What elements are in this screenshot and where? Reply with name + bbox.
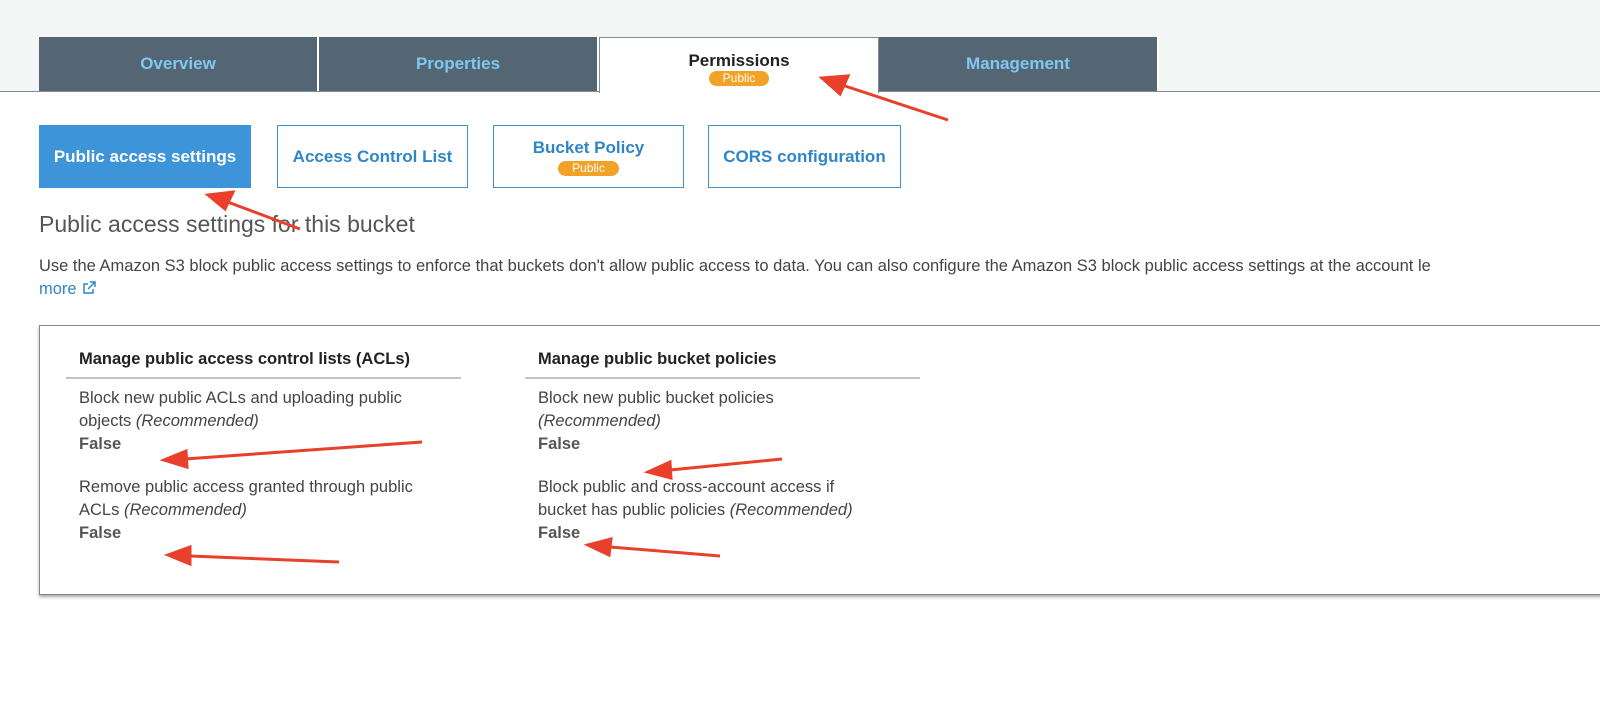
public-badge: Public <box>558 160 619 176</box>
setting-value: False <box>538 435 581 453</box>
setting-remove-public-acls: Remove public access granted through pub… <box>66 476 461 545</box>
bucket-tabs: Overview Properties Permissions Public M… <box>39 37 1159 93</box>
subtab-bucket-policy[interactable]: Bucket Policy Public <box>493 125 684 188</box>
policy-column-title: Manage public bucket policies <box>525 350 920 379</box>
setting-text: Remove public access granted through pub… <box>79 478 413 496</box>
acl-column: Manage public access control lists (ACLs… <box>66 350 461 545</box>
setting-value: False <box>538 524 581 542</box>
section-heading: Public access settings for this bucket <box>39 211 415 237</box>
subtab-label: Bucket Policy <box>532 137 645 157</box>
setting-text: Block public and cross-account access if <box>538 478 835 496</box>
subtab-public-access-settings[interactable]: Public access settings <box>39 125 251 188</box>
tab-management-label: Management <box>966 54 1070 73</box>
section-description: Use the Amazon S3 block public access se… <box>39 255 1600 301</box>
recommended-label: (Recommended) <box>538 412 661 430</box>
setting-value: False <box>79 524 122 542</box>
learn-more-link[interactable]: more <box>39 280 97 298</box>
setting-text: objects <box>79 412 132 430</box>
setting-text: ACLs <box>79 501 120 519</box>
subtab-label: Access Control List <box>292 146 453 166</box>
description-text: Use the Amazon S3 block public access se… <box>39 257 1431 275</box>
subtab-cors-configuration[interactable]: CORS configuration <box>708 125 901 188</box>
policy-column: Manage public bucket policies Block new … <box>525 350 920 545</box>
settings-panel: Manage public access control lists (ACLs… <box>39 325 1600 595</box>
tab-management[interactable]: Management <box>879 37 1159 91</box>
tab-overview-label: Overview <box>140 54 216 73</box>
public-badge: Public <box>708 71 770 86</box>
setting-text: Block new public bucket policies <box>538 389 774 407</box>
subtab-label: Public access settings <box>53 146 237 166</box>
learn-more-label: more <box>39 280 77 298</box>
subtab-label: CORS configuration <box>723 146 886 166</box>
subtab-access-control-list[interactable]: Access Control List <box>277 125 468 188</box>
tab-permissions-label: Permissions <box>688 51 790 70</box>
recommended-label: (Recommended) <box>729 501 853 519</box>
tab-properties-label: Properties <box>415 54 501 73</box>
tab-overview[interactable]: Overview <box>39 37 319 91</box>
setting-block-new-policies: Block new public bucket policies (Recomm… <box>525 387 920 456</box>
acl-column-title: Manage public access control lists (ACLs… <box>66 350 461 379</box>
setting-text: bucket has public policies <box>538 501 726 519</box>
setting-block-new-acls: Block new public ACLs and uploading publ… <box>66 387 461 456</box>
tab-properties[interactable]: Properties <box>319 37 599 91</box>
recommended-label: (Recommended) <box>135 412 259 430</box>
recommended-label: (Recommended) <box>123 501 247 519</box>
external-link-icon <box>83 281 96 294</box>
setting-text: Block new public ACLs and uploading publ… <box>79 389 402 407</box>
setting-block-cross-account: Block public and cross-account access if… <box>525 476 920 545</box>
setting-value: False <box>79 435 122 453</box>
tab-permissions[interactable]: Permissions Public <box>599 37 879 93</box>
